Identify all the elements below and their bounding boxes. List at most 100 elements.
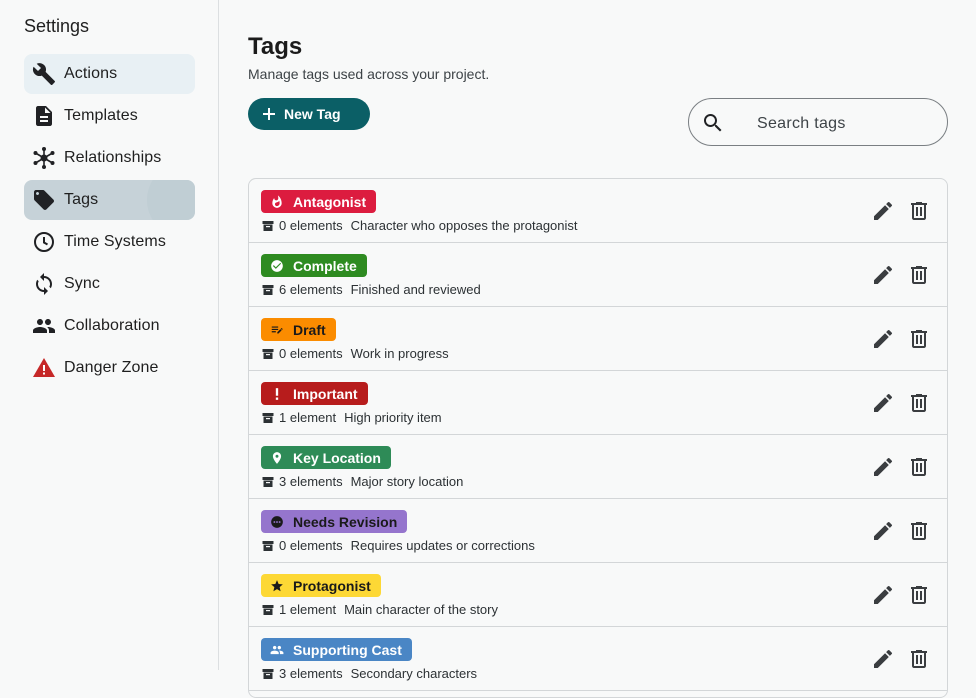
sidebar-item-templates[interactable]: Templates	[24, 96, 195, 136]
hub-icon	[32, 146, 56, 170]
tag-row: Complete 6 elements Finished and reviewe…	[249, 243, 947, 307]
archive-icon	[262, 220, 274, 232]
tag-chip-supporting-cast[interactable]: Supporting Cast	[261, 638, 412, 661]
star-icon	[269, 578, 285, 594]
search-input[interactable]	[755, 111, 939, 137]
tag-chip-needs-revision[interactable]: Needs Revision	[261, 510, 408, 533]
sidebar-item-label: Templates	[64, 107, 138, 124]
search-field[interactable]	[688, 98, 948, 146]
tag-meta: 1 element High priority item	[262, 410, 442, 425]
people-icon	[269, 642, 285, 658]
sidebar-item-danger-zone[interactable]: Danger Zone	[24, 348, 195, 388]
tag-description: Finished and reviewed	[350, 282, 481, 297]
tag-count: 3 elements	[279, 474, 343, 489]
delete-icon[interactable]	[907, 583, 931, 607]
clock-icon	[32, 230, 56, 254]
search-icon	[701, 111, 725, 135]
tag-count: 3 elements	[279, 666, 343, 681]
tag-chip-draft[interactable]: Draft	[261, 318, 336, 341]
delete-icon[interactable]	[907, 327, 931, 351]
tag-row: Needs Revision 0 elements Requires updat…	[249, 499, 947, 563]
sync-icon	[32, 272, 56, 296]
tag-chip-antagonist[interactable]: Antagonist	[261, 190, 377, 213]
delete-icon[interactable]	[907, 199, 931, 223]
document-icon	[32, 104, 56, 128]
settings-sidebar: Settings Actions Templates Relationships…	[0, 0, 219, 670]
tag-meta: 6 elements Finished and reviewed	[262, 282, 481, 297]
delete-icon[interactable]	[907, 519, 931, 543]
tag-chip-protagonist[interactable]: Protagonist	[261, 574, 381, 597]
archive-icon	[262, 348, 274, 360]
new-tag-label: New Tag	[284, 106, 341, 122]
tag-name: Needs Revision	[293, 513, 398, 530]
wrench-icon	[32, 62, 56, 86]
people-icon	[32, 314, 56, 338]
tag-row: Draft 0 elements Work in progress	[249, 307, 947, 371]
sidebar-item-time-systems[interactable]: Time Systems	[24, 222, 195, 262]
delete-icon[interactable]	[907, 647, 931, 671]
tag-description: Secondary characters	[350, 666, 478, 681]
tag-row: Important 1 element High priority item	[249, 371, 947, 435]
tag-count: 6 elements	[279, 282, 343, 297]
edit-icon[interactable]	[871, 583, 895, 607]
tag-description: Requires updates or corrections	[350, 538, 535, 553]
edit-icon[interactable]	[871, 263, 895, 287]
tag-chip-important[interactable]: Important	[261, 382, 368, 405]
location-pin-icon	[269, 450, 285, 466]
tag-meta: 3 elements Major story location	[262, 474, 463, 489]
page-title: Tags	[248, 33, 303, 60]
edit-icon[interactable]	[871, 391, 895, 415]
tag-meta: 0 elements Work in progress	[262, 346, 449, 361]
edit-icon[interactable]	[871, 647, 895, 671]
tag-meta: 0 elements Requires updates or correctio…	[262, 538, 535, 553]
tag-count: 1 element	[279, 410, 337, 425]
delete-icon[interactable]	[907, 455, 931, 479]
sidebar-item-label: Sync	[64, 275, 100, 292]
tag-name: Protagonist	[293, 577, 371, 594]
fire-icon	[269, 194, 285, 210]
tag-count: 0 elements	[279, 538, 343, 553]
tag-icon	[32, 188, 56, 212]
edit-icon[interactable]	[871, 455, 895, 479]
tag-count: 0 elements	[279, 218, 343, 233]
tag-description: Work in progress	[350, 346, 449, 361]
plus-icon	[262, 107, 276, 121]
tag-count: 0 elements	[279, 346, 343, 361]
tag-description: High priority item	[344, 410, 442, 425]
tag-chip-key-location[interactable]: Key Location	[261, 446, 391, 469]
tag-description: Major story location	[350, 474, 464, 489]
tag-row: Supporting Cast 3 elements Secondary cha…	[249, 627, 947, 691]
main-content: Tags Manage tags used across your projec…	[220, 0, 976, 698]
tag-description: Main character of the story	[344, 602, 498, 617]
sidebar-title: Settings	[24, 16, 90, 36]
delete-icon[interactable]	[907, 263, 931, 287]
tag-name: Key Location	[293, 449, 381, 466]
sidebar-item-label: Time Systems	[64, 233, 166, 250]
tag-name: Complete	[293, 257, 357, 274]
tag-row: Key Location 3 elements Major story loca…	[249, 435, 947, 499]
sidebar-item-sync[interactable]: Sync	[24, 264, 195, 304]
edit-icon[interactable]	[871, 199, 895, 223]
edit-icon[interactable]	[871, 327, 895, 351]
page-subtitle: Manage tags used across your project.	[248, 66, 490, 82]
sidebar-item-label: Relationships	[64, 149, 162, 166]
sidebar-item-collaboration[interactable]: Collaboration	[24, 306, 195, 346]
archive-icon	[262, 540, 274, 552]
tag-row: Antagonist 0 elements Character who oppo…	[249, 179, 947, 243]
archive-icon	[262, 604, 274, 616]
sidebar-item-label: Danger Zone	[64, 359, 159, 376]
tag-row: Protagonist 1 element Main character of …	[249, 563, 947, 627]
tag-count: 1 element	[279, 602, 337, 617]
sidebar-item-relationships[interactable]: Relationships	[24, 138, 195, 178]
new-tag-button[interactable]: New Tag	[248, 98, 370, 130]
tag-description: Character who opposes the protagonist	[350, 218, 578, 233]
sidebar-item-actions[interactable]: Actions	[24, 54, 195, 94]
edit-icon[interactable]	[871, 519, 895, 543]
delete-icon[interactable]	[907, 391, 931, 415]
edit-note-icon	[269, 322, 285, 338]
sidebar-item-tags[interactable]: Tags	[24, 180, 195, 220]
tag-chip-complete[interactable]: Complete	[261, 254, 367, 277]
sidebar-item-label: Actions	[64, 65, 118, 82]
archive-icon	[262, 284, 274, 296]
tag-name: Antagonist	[293, 193, 367, 210]
